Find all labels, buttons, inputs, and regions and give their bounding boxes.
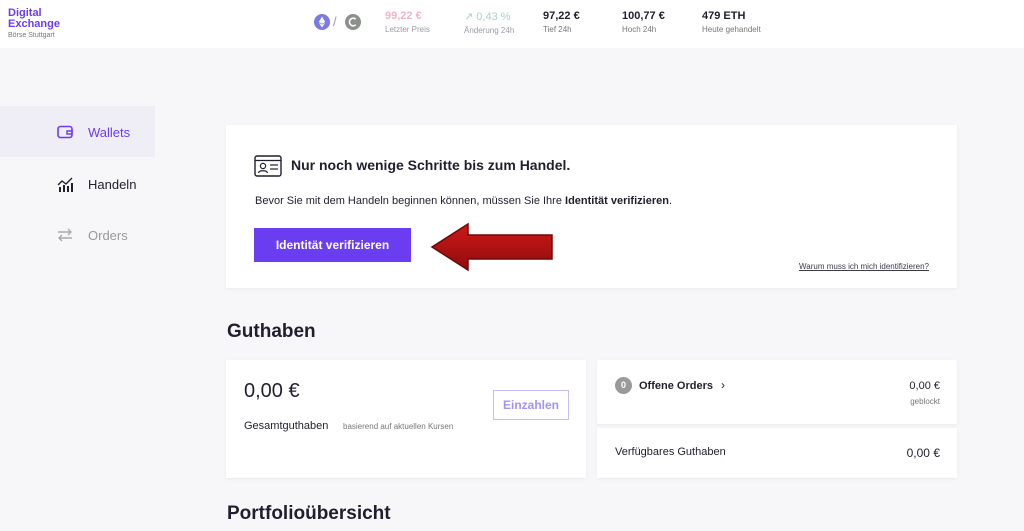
open-orders-blocked-label: geblockt bbox=[910, 397, 940, 406]
stat-volume-today: 479 ETH Heute gehandelt bbox=[702, 10, 761, 34]
stat-value: 99,22 € bbox=[385, 10, 422, 22]
open-orders-label: Offene Orders bbox=[639, 380, 713, 392]
euro-icon[interactable] bbox=[345, 14, 361, 30]
description-text: Bevor Sie mit dem Handeln beginnen könne… bbox=[255, 195, 566, 207]
logo-subtitle: Börse Stuttgart bbox=[8, 32, 55, 39]
annotation-arrow bbox=[430, 222, 553, 272]
stat-value: ↗ 0,43 % bbox=[464, 11, 511, 23]
stat-label: Hoch 24h bbox=[622, 25, 657, 34]
logo-line2: Exchange bbox=[8, 18, 60, 30]
open-orders-count-badge: 0 bbox=[615, 377, 632, 394]
stat-value: 97,22 € bbox=[543, 10, 580, 22]
stat-low-24h: 97,22 € Tief 24h bbox=[543, 10, 580, 34]
deposit-button[interactable]: Einzahlen bbox=[493, 390, 569, 420]
balance-card: 0,00 € Gesamtguthaben basierend auf aktu… bbox=[226, 360, 586, 478]
sidebar-item-handeln[interactable]: Handeln bbox=[56, 174, 136, 194]
why-identify-link[interactable]: Warum muss ich mich identifizieren? bbox=[799, 262, 929, 271]
stat-label: Änderung 24h bbox=[464, 26, 515, 35]
open-orders-card[interactable]: 0 Offene Orders › 0,00 € geblockt bbox=[597, 360, 957, 424]
ethereum-icon[interactable] bbox=[314, 14, 330, 30]
description-suffix: . bbox=[668, 195, 672, 207]
available-balance-card: Verfügbares Guthaben 0,00 € bbox=[597, 428, 957, 478]
stat-label: Tief 24h bbox=[543, 25, 572, 34]
verification-description: Bevor Sie mit dem Handeln beginnen könne… bbox=[255, 195, 672, 207]
sidebar-item-orders[interactable]: Orders bbox=[56, 225, 128, 245]
available-balance-value: 0,00 € bbox=[906, 446, 940, 460]
stat-change-24h: ↗ 0,43 % Änderung 24h bbox=[464, 10, 514, 35]
total-balance-label: Gesamtguthaben bbox=[244, 420, 329, 432]
open-orders-value: 0,00 € bbox=[909, 380, 940, 392]
verify-identity-button[interactable]: Identität verifizieren bbox=[254, 228, 411, 262]
swap-arrows-icon bbox=[56, 226, 74, 244]
total-balance-note: basierend auf aktuellen Kursen bbox=[343, 422, 454, 431]
logo[interactable]: Digital Exchange Börse Stuttgart bbox=[8, 8, 60, 40]
description-bold: Identität verifizieren bbox=[565, 195, 669, 207]
stat-label: Heute gehandelt bbox=[702, 25, 761, 34]
sidebar-item-label: Handeln bbox=[88, 176, 137, 192]
section-title-portfolio: Portfolioübersicht bbox=[227, 503, 391, 524]
chevron-right-icon: › bbox=[721, 378, 725, 392]
verification-title: Nur noch wenige Schritte bis zum Handel. bbox=[291, 157, 571, 173]
total-balance-amount: 0,00 € bbox=[244, 380, 300, 402]
stat-last-price: 99,22 € Letzter Preis bbox=[385, 10, 430, 34]
verification-card: Nur noch wenige Schritte bis zum Handel.… bbox=[226, 125, 957, 288]
id-card-icon bbox=[254, 155, 282, 182]
stat-value: 479 ETH bbox=[702, 10, 746, 22]
top-bar: Digital Exchange Börse Stuttgart / 99,22… bbox=[0, 0, 1024, 48]
chart-icon bbox=[56, 175, 74, 193]
pair-separator: / bbox=[333, 14, 337, 29]
sidebar-item-label: Wallets bbox=[88, 124, 131, 140]
stat-label: Letzter Preis bbox=[385, 25, 430, 34]
wallet-icon bbox=[56, 123, 74, 141]
sidebar-item-wallets[interactable]: Wallets bbox=[56, 122, 130, 142]
sidebar-item-label: Orders bbox=[88, 227, 128, 243]
stat-value: 100,77 € bbox=[622, 10, 665, 22]
stat-high-24h: 100,77 € Hoch 24h bbox=[622, 10, 665, 34]
section-title-guthaben: Guthaben bbox=[227, 321, 316, 342]
available-balance-label: Verfügbares Guthaben bbox=[615, 446, 726, 458]
